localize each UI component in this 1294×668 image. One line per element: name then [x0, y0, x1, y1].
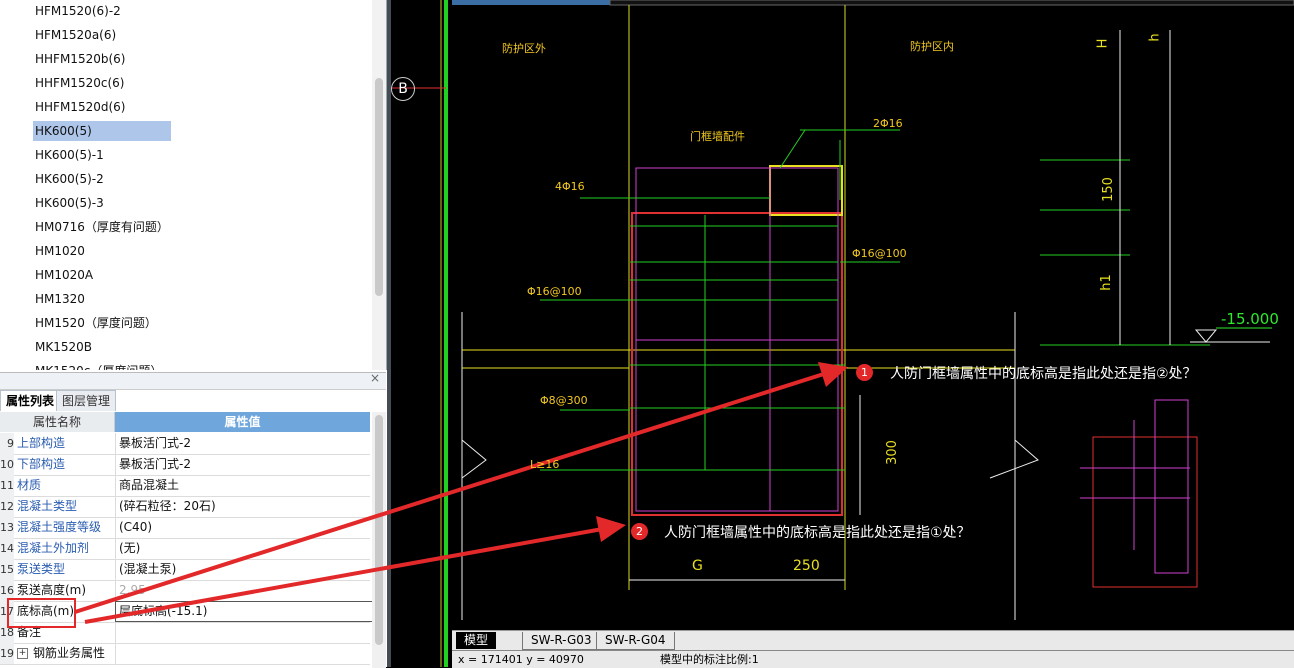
property-name: 泵送类型	[17, 562, 66, 576]
label-door-frame: 门框墙配件	[690, 130, 745, 143]
table-row[interactable]: 19 + 钢筋业务属性	[0, 643, 370, 665]
annotation-scale: 模型中的标注比例:1	[660, 653, 759, 666]
axis-b-bubble: B	[391, 77, 415, 101]
list-item[interactable]: HK600(5)-3	[33, 193, 106, 213]
column-header-value: 属性值	[115, 412, 370, 432]
property-value[interactable]: (碎石粒径：20石)	[115, 496, 372, 517]
row-number: 10	[0, 454, 14, 475]
status-bar: x = 171401 y = 40970 模型中的标注比例:1	[452, 650, 1294, 668]
label-dim-250: 250	[793, 558, 820, 574]
list-item[interactable]: HM0716（厚度有问题）	[33, 217, 171, 237]
list-item[interactable]: HHFM1520c(6)	[33, 73, 126, 93]
list-item[interactable]: HFM1520a(6)	[33, 25, 118, 45]
property-name: 材质	[17, 478, 42, 492]
annotation-1-text: 人防门框墙属性中的底标高是指此处还是指②处？	[890, 366, 1197, 382]
elevation-label: -15.000	[1221, 310, 1279, 328]
expand-icon[interactable]: +	[17, 648, 28, 659]
annotation-2-text: 人防门框墙属性中的底标高是指此处还是指①处？	[664, 525, 971, 541]
properties-scrollbar[interactable]	[372, 412, 386, 668]
property-value[interactable]: (无)	[115, 538, 372, 559]
list-scrollbar[interactable]	[372, 0, 386, 370]
table-row[interactable]: 9 上部构造 暴板活门式-2	[0, 433, 370, 455]
annotation-1-badge: 1	[856, 364, 873, 381]
property-value[interactable]: 暴板活门式-2	[115, 433, 372, 454]
row-number: 12	[0, 496, 14, 517]
property-value[interactable]: 商品混凝土	[115, 475, 372, 496]
property-value[interactable]	[115, 643, 372, 664]
list-item[interactable]: HM1020A	[33, 265, 95, 285]
row-number: 15	[0, 559, 14, 580]
property-name: 混凝土强度等级	[17, 520, 102, 534]
row-number: 11	[0, 475, 14, 496]
label-dim-h: h	[1147, 33, 1163, 42]
list-item[interactable]: HK600(5)	[33, 121, 171, 141]
row-number: 19	[0, 643, 14, 664]
highlight-box	[7, 598, 76, 628]
list-item[interactable]: HHFM1520d(6)	[33, 97, 127, 117]
list-scroll-thumb[interactable]	[375, 78, 383, 296]
list-item[interactable]: HM1520（厚度问题）	[33, 313, 159, 333]
tab-model[interactable]: 模型	[456, 632, 497, 649]
tab-layers[interactable]: 图层管理	[56, 390, 117, 411]
row-number: 13	[0, 517, 14, 538]
list-item[interactable]: HHFM1520b(6)	[33, 49, 127, 69]
label-dim-h1: h1	[1098, 274, 1114, 291]
label-dim-g: G	[692, 558, 703, 574]
label-rebar-d: L≥16	[530, 458, 560, 471]
properties-scroll-thumb[interactable]	[375, 415, 383, 645]
row-number: 14	[0, 538, 14, 559]
row-number: 9	[0, 433, 14, 454]
table-row[interactable]: 15 泵送类型 (混凝土泵)	[0, 559, 370, 581]
property-name: 上部构造	[17, 436, 66, 450]
list-item[interactable]: MK1520B	[33, 337, 94, 357]
layout-tabs-bar: 模型 SW-R-G03 SW-R-G04	[452, 630, 1294, 650]
list-item[interactable]: MK1520c（厚度问题）	[33, 361, 164, 370]
tab-sw-r-g04[interactable]: SW-R-G04	[596, 632, 675, 650]
list-item[interactable]: HM1320	[33, 289, 87, 309]
property-name: 混凝土外加剂	[17, 541, 90, 555]
property-name: 混凝土类型	[17, 499, 78, 513]
table-row[interactable]: 11 材质 商品混凝土	[0, 475, 370, 497]
list-item[interactable]: HM1020	[33, 241, 87, 261]
close-icon[interactable]: ×	[370, 371, 380, 385]
tab-properties[interactable]: 属性列表	[0, 390, 61, 411]
property-name: 下部构造	[17, 457, 66, 471]
label-rebar-b: Φ16@100	[527, 285, 582, 298]
property-value[interactable]: (混凝土泵)	[115, 559, 372, 580]
list-item[interactable]: HK600(5)-2	[33, 169, 106, 189]
label-rebar-4: 4Φ16	[555, 180, 585, 193]
component-list: HFM1520(6)-2 HFM1520a(6) HHFM1520b(6) HHFM1…	[0, 0, 387, 370]
table-row[interactable]: 12 混凝土类型 (碎石粒径：20石)	[0, 496, 370, 518]
label-rebar-c: Φ8@300	[540, 394, 588, 407]
list-item[interactable]: HFM1520(6)-2	[33, 1, 123, 21]
label-dim-H: H	[1095, 38, 1111, 49]
label-inside: 防护区内	[910, 40, 954, 53]
left-panel: HFM1520(6)-2 HFM1520a(6) HHFM1520b(6) HHFM1…	[0, 0, 388, 668]
annotation-2-badge: 2	[631, 523, 648, 540]
label-dim-150: 150	[1100, 177, 1116, 202]
label-rebar-2: 2Φ16	[873, 117, 903, 130]
properties-header: ×	[0, 371, 386, 390]
label-rebar-a: Φ16@100	[852, 247, 907, 260]
tab-sw-r-g03[interactable]: SW-R-G03	[522, 632, 601, 650]
property-value[interactable]: (C40)	[115, 517, 372, 538]
label-outside: 防护区外	[502, 42, 546, 55]
table-row[interactable]: 10 下部构造 暴板活门式-2	[0, 454, 370, 476]
column-header-name: 属性名称	[0, 412, 115, 432]
property-value[interactable]: 层底标高(-15.1)	[115, 601, 373, 622]
cad-canvas[interactable]	[391, 0, 1294, 667]
list-item[interactable]: HK600(5)-1	[33, 145, 106, 165]
cursor-coordinates: x = 171401 y = 40970	[458, 653, 584, 666]
property-value[interactable]: 2.95	[115, 580, 372, 601]
property-value[interactable]: 暴板活门式-2	[115, 454, 372, 475]
table-row[interactable]: 14 混凝土外加剂 (无)	[0, 538, 370, 560]
label-dim-300: 300	[884, 440, 900, 465]
table-row[interactable]: 13 混凝土强度等级 (C40)	[0, 517, 370, 539]
property-value[interactable]	[115, 622, 372, 643]
